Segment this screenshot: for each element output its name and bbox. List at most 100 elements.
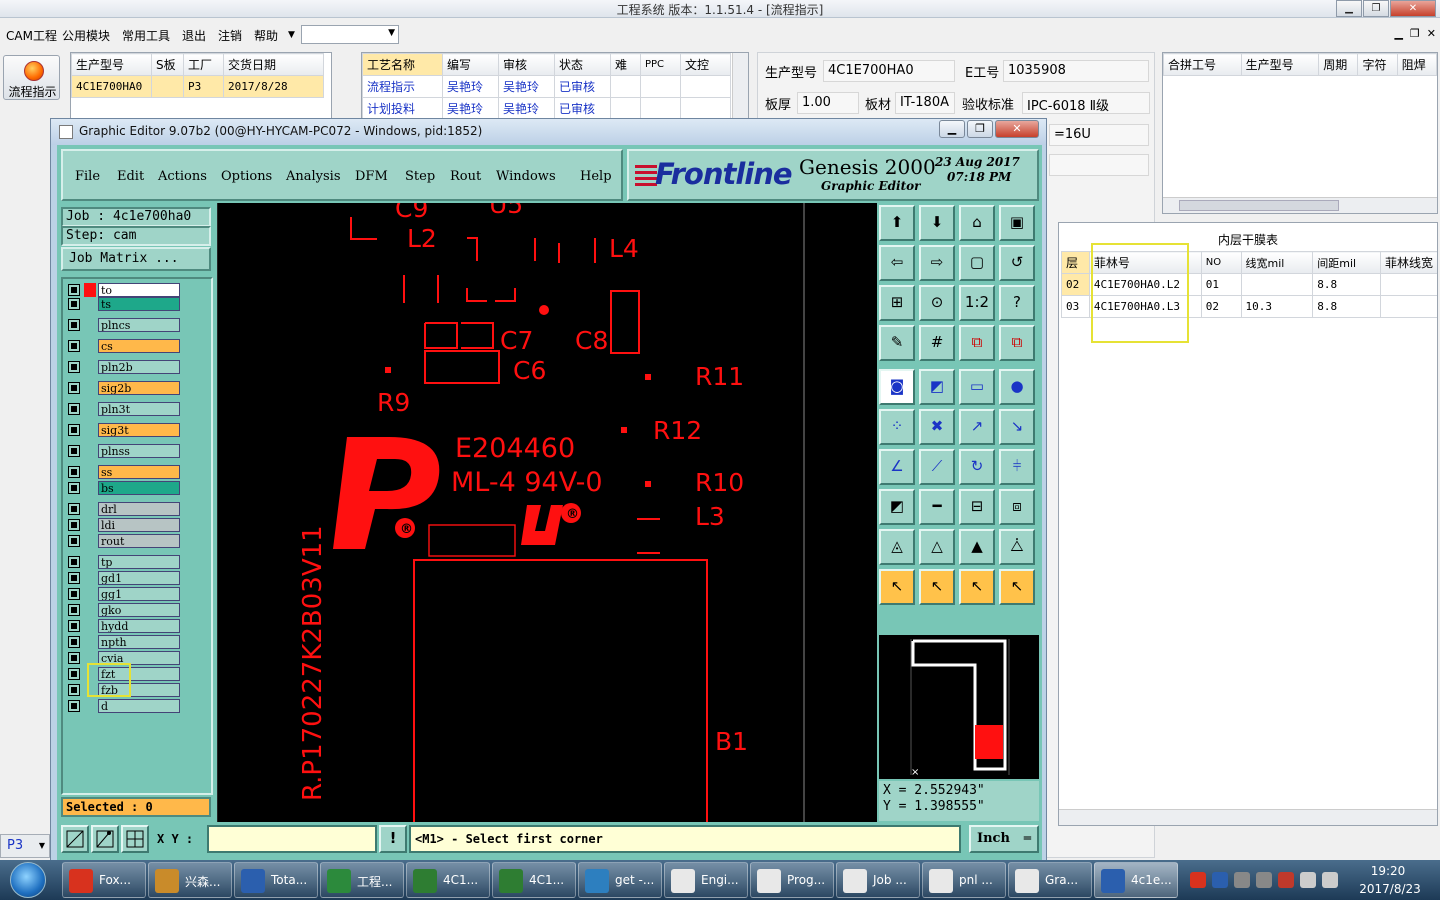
layer-row-plncs[interactable]: plncs bbox=[66, 318, 182, 332]
taskbar-item[interactable]: get -... bbox=[578, 862, 662, 898]
layer-name[interactable]: plnss bbox=[98, 444, 180, 458]
col-spacing[interactable]: 间距mil bbox=[1312, 251, 1381, 274]
col-reviewer[interactable]: 审核 bbox=[498, 53, 555, 76]
layer-checkbox[interactable] bbox=[68, 668, 80, 680]
ge-menu-file[interactable]: File bbox=[75, 169, 100, 184]
layer-row-drl[interactable]: drl bbox=[66, 502, 182, 516]
col-factory[interactable]: 工厂 bbox=[183, 53, 224, 76]
ruler-icon[interactable]: ▭ bbox=[959, 369, 995, 405]
layer-name[interactable]: npth bbox=[98, 635, 180, 649]
layer-name[interactable]: drl bbox=[98, 502, 180, 516]
grid-tool-icon[interactable]: # bbox=[919, 325, 955, 361]
ge-menu-options[interactable]: Options bbox=[221, 169, 272, 184]
tray-icon[interactable] bbox=[1278, 872, 1294, 888]
layer-row-ss[interactable]: ss bbox=[66, 465, 182, 479]
col-merge[interactable]: 合拼工号 bbox=[1163, 53, 1242, 76]
menu-exit[interactable]: 退出 bbox=[182, 27, 206, 44]
ge-maximize-button[interactable]: ❐ bbox=[967, 120, 993, 138]
layer-checkbox[interactable] bbox=[68, 361, 80, 373]
layer-row-ldi[interactable]: ldi bbox=[66, 518, 182, 532]
tray-icon[interactable] bbox=[1234, 872, 1250, 888]
layer-name[interactable]: ts bbox=[98, 297, 180, 311]
tray-icon[interactable] bbox=[1190, 872, 1206, 888]
line-add-icon[interactable]: ━ bbox=[919, 489, 955, 525]
scroll-thumb[interactable] bbox=[1179, 200, 1339, 211]
slash-icon[interactable]: ⟋ bbox=[919, 449, 955, 485]
layer-row-sig2b[interactable]: sig2b bbox=[66, 381, 182, 395]
taskbar-item[interactable]: Gra... bbox=[1008, 862, 1092, 898]
ge-menu-edit[interactable]: Edit bbox=[117, 169, 144, 184]
ge-menu-windows[interactable]: Windows bbox=[496, 169, 556, 184]
connect-icon[interactable]: ⁘ bbox=[879, 409, 915, 445]
ge-menu-actions[interactable]: Actions bbox=[158, 169, 207, 184]
layer-row-sig3t[interactable]: sig3t bbox=[66, 423, 182, 437]
window-icon[interactable]: ▣ bbox=[999, 205, 1035, 241]
layer-checkbox[interactable] bbox=[68, 340, 80, 352]
table-row[interactable]: 计划投料 吴艳玲 吴艳玲 已审核 bbox=[362, 97, 731, 120]
xy-input[interactable] bbox=[207, 825, 377, 853]
layer-row-pln3t[interactable]: pln3t bbox=[66, 402, 182, 416]
col-period[interactable]: 周期 bbox=[1318, 53, 1359, 76]
taskbar-item[interactable]: 4C1... bbox=[406, 862, 490, 898]
unit-button[interactable]: Inch ═ bbox=[969, 825, 1039, 853]
line-icon[interactable]: ∠ bbox=[879, 449, 915, 485]
layer-checkbox[interactable] bbox=[68, 382, 80, 394]
pen-icon[interactable]: ✎ bbox=[879, 325, 915, 361]
minimap[interactable]: × bbox=[879, 635, 1039, 779]
exclamation-icon[interactable]: ! bbox=[379, 825, 407, 853]
chevron-down-icon[interactable]: ▼ bbox=[288, 30, 295, 40]
layer-checkbox[interactable] bbox=[68, 604, 80, 616]
blank-field[interactable] bbox=[1049, 154, 1149, 176]
zoom-box-icon[interactable]: ▢ bbox=[959, 245, 995, 281]
app-combo[interactable]: ▼ bbox=[301, 25, 399, 44]
mdi-controls[interactable]: ▁ ❐ ✕ bbox=[1394, 27, 1436, 40]
layer-checkbox[interactable] bbox=[68, 482, 80, 494]
col-linewidth[interactable]: 线宽mil bbox=[1240, 251, 1314, 274]
pointer-icon[interactable]: ↖ bbox=[879, 569, 915, 605]
taskbar-item[interactable]: 4C1... bbox=[492, 862, 576, 898]
scale-icon[interactable]: 1:2 bbox=[959, 285, 995, 321]
layer-name[interactable]: ldi bbox=[98, 518, 180, 532]
surface-icon[interactable]: ⧈ bbox=[999, 489, 1035, 525]
layer-name[interactable]: sig3t bbox=[98, 423, 180, 437]
menu-public[interactable]: 公用模块 bbox=[62, 27, 110, 44]
menu-cam[interactable]: CAM工程 bbox=[6, 27, 57, 44]
edit-pointer-icon[interactable]: ↖ bbox=[959, 569, 995, 605]
layer-name[interactable]: gd1 bbox=[98, 571, 180, 585]
layer-down-icon[interactable]: ⬇ bbox=[919, 205, 955, 241]
erase-icon[interactable]: ◩ bbox=[919, 369, 955, 405]
net-highlight-icon[interactable]: ⧉ bbox=[999, 325, 1035, 361]
col-model[interactable]: 生产型号 bbox=[71, 53, 152, 76]
layer-row-gd1[interactable]: gd1 bbox=[66, 571, 182, 585]
taskbar-item[interactable]: Job ... bbox=[836, 862, 920, 898]
layer-row-pln2b[interactable]: pln2b bbox=[66, 360, 182, 374]
taskbar-item[interactable]: 4c1e... bbox=[1094, 862, 1178, 898]
ge-menu-help[interactable]: Help bbox=[580, 169, 612, 184]
rotate-icon[interactable]: ↻ bbox=[959, 449, 995, 485]
col-control[interactable]: 文控 bbox=[680, 53, 731, 76]
polygon-icon[interactable]: ▲ bbox=[959, 529, 995, 565]
start-button[interactable] bbox=[2, 860, 54, 900]
layer-name[interactable]: gko bbox=[98, 603, 180, 617]
layer-name[interactable]: ss bbox=[98, 465, 180, 479]
layer-row-tp[interactable]: tp bbox=[66, 555, 182, 569]
tray-icon[interactable] bbox=[1212, 872, 1228, 888]
maximize-button[interactable]: ❐ bbox=[1363, 0, 1389, 17]
grid-icon[interactable] bbox=[121, 825, 149, 853]
layer-row-d[interactable]: d bbox=[66, 699, 182, 713]
standard-value[interactable]: IPC-6018 Ⅱ级 bbox=[1022, 92, 1150, 114]
layer-name[interactable]: sig2b bbox=[98, 381, 180, 395]
select-icon[interactable]: ↖ bbox=[919, 569, 955, 605]
layer-checkbox[interactable] bbox=[68, 572, 80, 584]
net-select-icon[interactable]: ⧉ bbox=[959, 325, 995, 361]
route-pointer-icon[interactable]: ↖ bbox=[999, 569, 1035, 605]
minimize-button[interactable]: ▁ bbox=[1336, 0, 1362, 17]
table-row[interactable]: 4C1E700HA0 P3 2017/8/28 bbox=[71, 75, 324, 98]
zoom-fit-icon[interactable]: ⊞ bbox=[879, 285, 915, 321]
pad-add-icon[interactable]: ◩ bbox=[879, 489, 915, 525]
taskbar-item[interactable]: Fox... bbox=[62, 862, 146, 898]
layer-checkbox[interactable] bbox=[68, 319, 80, 331]
layer-row-ts[interactable]: ts bbox=[66, 297, 182, 311]
measure-icon[interactable] bbox=[91, 825, 119, 853]
merge-scrollbar[interactable] bbox=[1163, 197, 1437, 213]
